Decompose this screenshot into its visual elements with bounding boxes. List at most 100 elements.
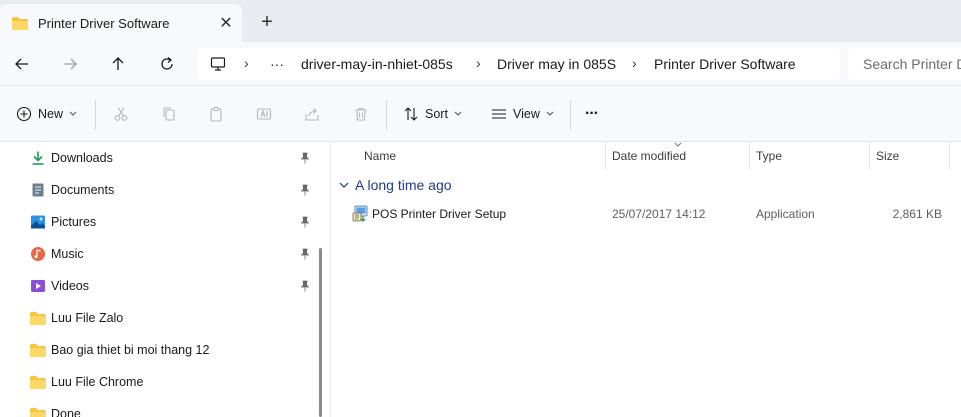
- pin-icon[interactable]: [299, 184, 311, 196]
- pin-icon[interactable]: [299, 216, 311, 228]
- file-name: POS Printer Driver Setup: [372, 207, 507, 221]
- search-placeholder: Search Printer Driver Software: [863, 56, 961, 72]
- trash-icon: [355, 107, 367, 121]
- sidebar-item-label: Pictures: [51, 215, 97, 229]
- refresh-icon: [161, 57, 173, 70]
- delete-button[interactable]: [353, 102, 369, 126]
- up-button[interactable]: [106, 52, 130, 76]
- sidebar-item-label: Documents: [51, 183, 115, 197]
- download-icon: [32, 151, 44, 165]
- sort-button[interactable]: Sort: [403, 102, 462, 126]
- chevron-down-icon: [339, 182, 349, 188]
- sidebar-item-documents[interactable]: Documents: [0, 174, 316, 206]
- chevron-right-icon: ›: [244, 55, 249, 71]
- address-bar[interactable]: › ··· driver-may-in-nhiet-085s › Driver …: [198, 48, 840, 80]
- sort-icon: [404, 107, 418, 121]
- folder-icon: [30, 312, 46, 325]
- sidebar-item-label: Videos: [51, 279, 89, 293]
- folder-icon: [30, 408, 46, 417]
- column-header-date-modified[interactable]: Date modified: [612, 149, 686, 163]
- sidebar-item-downloads[interactable]: Downloads: [0, 142, 316, 174]
- refresh-button[interactable]: [155, 52, 179, 76]
- paste-button[interactable]: [208, 102, 224, 126]
- copy-button[interactable]: [161, 102, 177, 126]
- breadcrumb-overflow[interactable]: ···: [270, 56, 284, 72]
- navigation-pane: Downloads Documents Pictures Music Video…: [0, 142, 316, 417]
- column-divider[interactable]: [749, 142, 750, 170]
- arrow-left-icon: [15, 58, 28, 70]
- title-bar: Printer Driver Software ✕ +: [0, 0, 961, 42]
- sidebar-item-bao-gia-thiet-bi[interactable]: Bao gia thiet bi moi thang 12: [0, 334, 316, 366]
- paste-icon: [210, 106, 222, 122]
- arrow-right-icon: [64, 58, 77, 70]
- file-list: Name Date modified Type Size A long time…: [331, 142, 961, 417]
- new-tab-icon[interactable]: +: [258, 12, 276, 32]
- folder-icon: [30, 376, 46, 389]
- sidebar-item-luu-file-chrome[interactable]: Luu File Chrome: [0, 366, 316, 398]
- back-button[interactable]: [10, 52, 34, 76]
- column-header-name[interactable]: Name: [364, 149, 396, 163]
- file-date-modified: 25/07/2017 14:12: [612, 207, 706, 221]
- column-divider[interactable]: [605, 142, 606, 170]
- share-icon: [305, 108, 319, 121]
- sidebar-item-label: Music: [51, 247, 84, 261]
- sidebar-item-label: Luu File Zalo: [51, 311, 124, 325]
- file-size: 2,861 KB: [892, 207, 942, 221]
- plus-circle-icon: [16, 106, 32, 122]
- forward-button[interactable]: [58, 52, 82, 76]
- navigation-bar: › ··· driver-may-in-nhiet-085s › Driver …: [0, 42, 961, 86]
- file-type: Application: [756, 207, 815, 221]
- breadcrumb-driver-may-in-085s[interactable]: Driver may in 085S: [497, 56, 616, 72]
- search-box[interactable]: Search Printer Driver Software: [848, 48, 961, 80]
- close-tab-icon[interactable]: ✕: [218, 15, 234, 32]
- sidebar-item-label: Downloads: [51, 151, 113, 165]
- tab-title: Printer Driver Software: [38, 15, 170, 31]
- breadcrumb-printer-driver-software[interactable]: Printer Driver Software: [654, 56, 796, 72]
- column-divider[interactable]: [949, 142, 950, 170]
- group-header[interactable]: A long time ago: [339, 177, 452, 193]
- sidebar-scrollbar[interactable]: [319, 248, 322, 417]
- new-button[interactable]: New: [16, 102, 77, 126]
- copy-icon: [163, 107, 175, 121]
- sidebar-item-pictures[interactable]: Pictures: [0, 206, 316, 238]
- column-headers: Name Date modified Type Size: [331, 142, 961, 170]
- more-options-button[interactable]: ···: [585, 102, 599, 126]
- sidebar-item-done[interactable]: Done: [0, 398, 316, 417]
- rename-button[interactable]: [256, 102, 272, 126]
- music-icon: [31, 247, 45, 261]
- sidebar-item-label: Bao gia thiet bi moi thang 12: [51, 343, 210, 357]
- cut-button[interactable]: [113, 102, 129, 126]
- chevron-down-icon: [546, 111, 554, 116]
- videos-icon: [31, 280, 45, 292]
- pin-icon[interactable]: [299, 248, 311, 260]
- pin-icon[interactable]: [299, 280, 311, 292]
- cut-icon: [114, 107, 128, 121]
- toolbar-divider: [95, 100, 96, 130]
- table-row[interactable]: POS Printer Driver Setup 25/07/2017 14:1…: [331, 201, 961, 227]
- sidebar-item-music[interactable]: Music: [0, 238, 316, 270]
- pin-icon[interactable]: [299, 152, 311, 164]
- rename-icon: [256, 108, 272, 120]
- toolbar-divider: [386, 100, 387, 130]
- sort-label: Sort: [425, 107, 448, 121]
- column-header-size[interactable]: Size: [876, 149, 899, 163]
- chevron-down-icon: [454, 111, 462, 116]
- tab-printer-driver-software[interactable]: Printer Driver Software ✕: [0, 4, 242, 42]
- chevron-right-icon: ›: [632, 55, 637, 71]
- folder-icon: [12, 16, 28, 30]
- breadcrumb-driver-may-in-nhiet-085s[interactable]: driver-may-in-nhiet-085s: [301, 56, 453, 72]
- new-label: New: [38, 107, 64, 121]
- column-header-type[interactable]: Type: [756, 149, 782, 163]
- share-button[interactable]: [304, 102, 320, 126]
- sidebar-item-label: Done: [51, 407, 81, 417]
- folder-icon: [30, 344, 46, 357]
- group-label: A long time ago: [355, 177, 452, 193]
- chevron-down-icon: [69, 111, 77, 116]
- column-divider[interactable]: [869, 142, 870, 170]
- sidebar-item-label: Luu File Chrome: [51, 375, 144, 389]
- sidebar-item-luu-file-zalo[interactable]: Luu File Zalo: [0, 302, 316, 334]
- command-bar: New Sort View ···: [0, 86, 961, 142]
- view-button[interactable]: View: [491, 102, 554, 126]
- monitor-icon: [210, 57, 226, 71]
- sidebar-item-videos[interactable]: Videos: [0, 270, 316, 302]
